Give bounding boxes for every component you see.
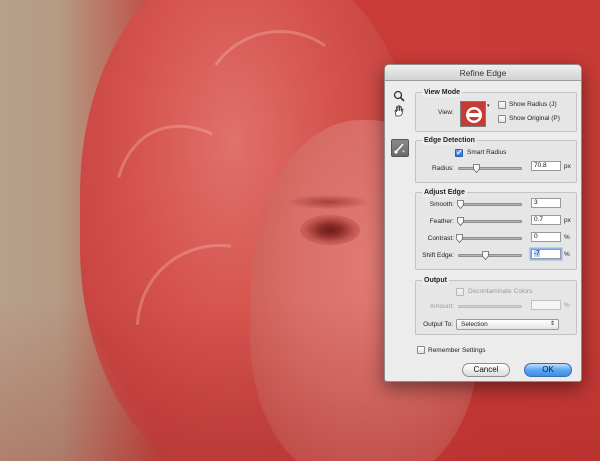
- chevron-updown-icon: ⇕: [549, 321, 555, 327]
- decontaminate-checkbox[interactable]: [456, 288, 464, 296]
- smart-radius-label: Smart Radius: [467, 149, 507, 156]
- output-to-value: Selection: [461, 321, 488, 328]
- contrast-slider-thumb[interactable]: [455, 234, 463, 244]
- show-original-label: Show Original (P): [509, 115, 560, 122]
- shift-edge-unit: %: [564, 251, 570, 258]
- feather-slider-thumb[interactable]: [457, 217, 465, 227]
- tool-column: [392, 89, 408, 119]
- output-to-label: Output To:: [423, 321, 453, 328]
- view-mode-group: View Mode View: ▾ Show Radius (J) Show O…: [415, 88, 577, 132]
- ok-button[interactable]: OK: [524, 363, 572, 377]
- show-radius-checkbox[interactable]: [498, 101, 506, 109]
- feather-unit: px: [564, 217, 571, 224]
- smooth-slider-thumb[interactable]: [457, 200, 465, 210]
- view-label: View:: [438, 109, 454, 116]
- shift-edge-value: -7: [534, 250, 540, 257]
- amount-unit: %: [564, 302, 570, 309]
- contrast-slider[interactable]: [455, 234, 522, 244]
- adjust-edge-heading: Adjust Edge: [422, 188, 467, 197]
- eye-region: [300, 215, 360, 245]
- edge-detection-group: Edge Detection Smart Radius Radius: 70.8…: [415, 136, 577, 183]
- contrast-field[interactable]: 0: [531, 232, 561, 242]
- radius-unit: px: [564, 163, 571, 170]
- feather-label: Feather:: [429, 218, 454, 225]
- feather-slider[interactable]: [457, 217, 522, 227]
- smooth-slider[interactable]: [457, 200, 522, 210]
- contrast-label: Contrast:: [427, 235, 454, 242]
- amount-field[interactable]: [531, 300, 561, 310]
- shift-edge-slider-thumb[interactable]: [482, 251, 490, 261]
- smart-radius-checkbox[interactable]: [455, 148, 463, 157]
- feather-field[interactable]: 0.7: [531, 215, 561, 225]
- shift-edge-label: Shift Edge:: [422, 252, 454, 259]
- adjust-edge-group: Adjust Edge Smooth: 3 Feather: 0.7 px Co…: [415, 188, 577, 270]
- amount-slider[interactable]: [458, 305, 522, 308]
- chevron-down-icon[interactable]: ▾: [487, 103, 490, 109]
- remember-settings-checkbox[interactable]: [417, 346, 425, 354]
- edge-detection-heading: Edge Detection: [422, 136, 477, 145]
- remember-settings-label: Remember Settings: [428, 347, 486, 354]
- shift-edge-field[interactable]: -7: [531, 249, 561, 259]
- svg-text:+: +: [402, 149, 405, 155]
- dialog-title[interactable]: Refine Edge: [385, 65, 581, 81]
- view-mode-thumbnail[interactable]: [460, 101, 486, 127]
- view-mode-heading: View Mode: [422, 88, 463, 97]
- refine-edge-dialog: Refine Edge + View Mode View: ▾ Show Rad…: [384, 64, 582, 382]
- radius-label: Radius:: [431, 165, 454, 172]
- radius-slider[interactable]: [458, 164, 522, 174]
- output-to-select[interactable]: Selection ⇕: [456, 319, 559, 330]
- cancel-button[interactable]: Cancel: [462, 363, 510, 377]
- hand-icon[interactable]: [392, 104, 406, 118]
- radius-slider-thumb[interactable]: [472, 164, 480, 174]
- decontaminate-label: Decontaminate Colors: [468, 288, 533, 295]
- show-original-checkbox[interactable]: [498, 115, 506, 123]
- shift-edge-slider[interactable]: [458, 251, 522, 261]
- radius-field[interactable]: 70.8: [531, 161, 561, 171]
- show-radius-label: Show Radius (J): [509, 101, 557, 108]
- output-group: Output Decontaminate Colors Amount: % Ou…: [415, 276, 577, 335]
- smooth-field[interactable]: 3: [531, 198, 561, 208]
- refine-radius-brush-icon[interactable]: +: [391, 139, 409, 157]
- zoom-icon[interactable]: [392, 89, 406, 103]
- smooth-label: Smooth:: [429, 201, 454, 208]
- contrast-unit: %: [564, 234, 570, 241]
- amount-label: Amount:: [429, 303, 454, 310]
- output-heading: Output: [422, 276, 449, 285]
- eyebrow-region: [288, 195, 368, 209]
